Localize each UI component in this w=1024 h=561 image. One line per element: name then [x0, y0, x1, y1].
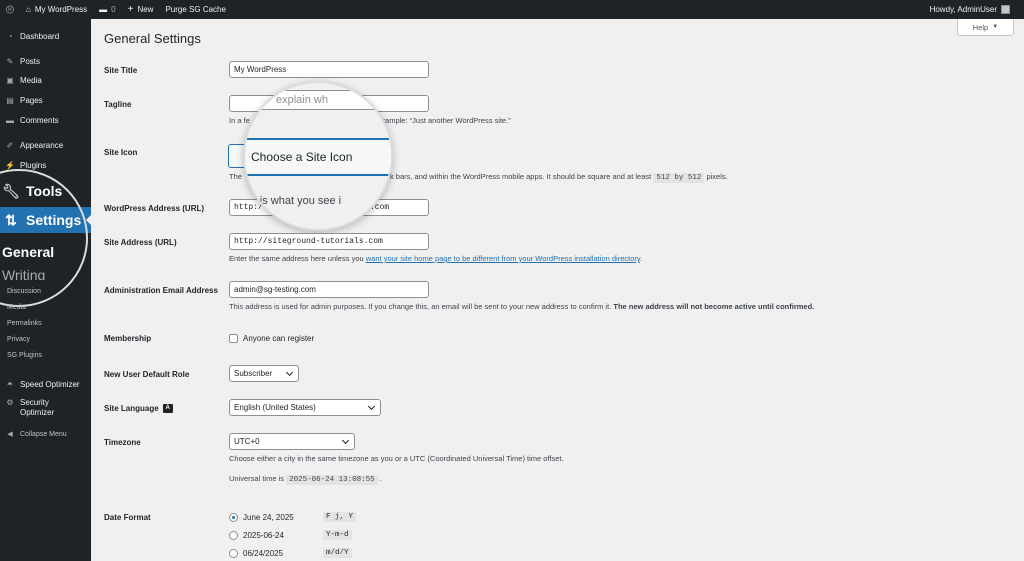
submenu-sg-plugins[interactable]: SG Plugins [7, 352, 42, 359]
gear-icon: ⚙ [6, 398, 14, 407]
tagline-input-magnified[interactable]: explain wh [245, 90, 391, 110]
sidebar-item-plugins[interactable]: ⚡ Plugins [0, 158, 91, 172]
timezone-description: Choose either a city in the same timezon… [229, 454, 564, 463]
submenu-permalinks[interactable]: Permalinks [7, 320, 42, 327]
date-format-label: Date Format [104, 513, 151, 522]
site-title-input[interactable]: My WordPress [229, 61, 429, 78]
site-language-label: Site Language A [104, 404, 173, 413]
submenu-writing[interactable]: Writing [2, 267, 45, 280]
date-format-radio-0[interactable] [229, 513, 238, 522]
my-account-link[interactable]: Howdy, AdminUser [924, 0, 1016, 19]
choose-site-icon-button[interactable]: Choose a Site Icon [245, 138, 391, 176]
site-address-description: Enter the same address here unless you w… [229, 254, 643, 263]
sidebar-item-dashboard[interactable]: ◔ Dashboard [0, 29, 91, 43]
site-icon-magnified-text: con is what you see i [243, 195, 342, 207]
site-language-select[interactable]: English (United States) [229, 399, 381, 416]
sidebar-item-appearance[interactable]: ✐ Appearance [0, 138, 91, 152]
page-title: General Settings [104, 31, 201, 46]
date-format-option-1-code: Y-m-d [323, 530, 352, 540]
admin-email-description: This address is used for admin purposes.… [229, 302, 815, 311]
admin-sidebar: ◔ Dashboard ✎ Posts ▣ Media ▤ Pages ▬ Co… [0, 19, 91, 561]
site-name-link[interactable]: ⌂ My WordPress [20, 0, 93, 19]
anyone-can-register-checkbox[interactable] [229, 334, 238, 343]
caret-down-icon: ▼ [992, 24, 999, 30]
dashboard-icon: ◔ [7, 31, 13, 41]
brush-icon: ✐ [6, 140, 14, 150]
chevron-down-icon [285, 368, 294, 376]
membership-label: Membership [104, 334, 152, 343]
pages-icon: ▤ [6, 95, 14, 105]
admin-email-input[interactable]: admin@sg-testing.com [229, 281, 429, 298]
comments-link[interactable]: ▬ 0 [93, 0, 121, 19]
submenu-general[interactable]: General [2, 244, 54, 260]
plug-icon: ⚡ [5, 160, 15, 170]
admin-email-label: Administration Email Address [104, 286, 218, 295]
sidebar-item-security-optimizer[interactable]: ⚙ Security Optimizer [0, 398, 91, 420]
sidebar-item-tools[interactable]: 🔧︎ Tools [0, 179, 91, 203]
wordpress-logo-icon[interactable]: W [0, 0, 20, 19]
default-role-select[interactable]: Subscriber [229, 365, 299, 382]
tagline-label: Tagline [104, 100, 132, 109]
chevron-down-icon [341, 436, 350, 444]
date-format-option-0-code: F j, Y [323, 512, 357, 522]
collapse-menu-button[interactable]: ◀ Collapse Menu [0, 427, 91, 441]
sidebar-item-media[interactable]: ▣ Media [0, 73, 91, 87]
date-format-radio-2[interactable] [229, 549, 238, 558]
wrench-icon: 🔧︎ [2, 182, 20, 199]
default-role-label: New User Default Role [104, 370, 190, 379]
comment-bubble-icon: ▬ [99, 5, 108, 14]
universal-time: Universal time is 2025-06-24 13:08:55 . [229, 474, 382, 485]
submenu-media[interactable]: Media [7, 304, 26, 311]
admin-bar: W ⌂ My WordPress ▬ 0 + New Purge SG Cach… [0, 0, 1024, 19]
anyone-can-register-label: Anyone can register [243, 334, 315, 343]
sidebar-item-comments[interactable]: ▬ Comments [0, 113, 91, 127]
site-title-label: Site Title [104, 66, 138, 75]
date-format-radio-1[interactable] [229, 531, 238, 540]
wordpress-address-label: WordPress Address (URL) [104, 204, 205, 213]
avatar [1001, 5, 1010, 14]
chevron-down-icon [367, 402, 376, 410]
site-address-input[interactable]: http://siteground-tutorials.com [229, 233, 429, 250]
collapse-icon: ◀ [7, 431, 13, 438]
plus-icon: + [127, 4, 134, 15]
help-tab-button[interactable]: Help ▼ [957, 19, 1014, 36]
settings-sliders-icon: ⇅ [5, 211, 17, 228]
home-icon: ⌂ [26, 5, 31, 14]
purge-cache-link[interactable]: Purge SG Cache [159, 0, 231, 19]
sidebar-item-posts[interactable]: ✎ Posts [0, 54, 91, 68]
pin-icon: ✎ [6, 56, 14, 66]
submenu-privacy[interactable]: Privacy [7, 336, 30, 343]
timezone-label: Timezone [104, 438, 141, 447]
new-content-link[interactable]: + New [122, 0, 160, 19]
magnifier-lens: explain wh Choose a Site Icon con is wha… [243, 81, 393, 231]
media-icon: ▣ [6, 75, 14, 85]
date-format-option-2-code: m/d/Y [323, 548, 352, 558]
sidebar-item-pages[interactable]: ▤ Pages [0, 93, 91, 107]
submenu-discussion[interactable]: Discussion [7, 288, 41, 295]
date-format-option-0-label: June 24, 2025 [243, 513, 294, 522]
svg-text:W: W [8, 8, 13, 13]
site-address-label: Site Address (URL) [104, 238, 177, 247]
timezone-select[interactable]: UTC+0 [229, 433, 355, 450]
date-format-option-2-label: 06/24/2025 [243, 549, 284, 558]
date-format-option-1-label: 2025-06-24 [243, 531, 284, 540]
site-address-help-link[interactable]: want your site home page to be different… [366, 254, 640, 263]
site-icon-label: Site Icon [104, 148, 138, 157]
speed-icon: ⏶ [6, 379, 14, 388]
translate-icon: A [162, 404, 173, 413]
sidebar-item-speed-optimizer[interactable]: ⏶ Speed Optimizer [0, 377, 91, 391]
main-content: General Settings Help ▼ Site Title My Wo… [91, 19, 1024, 561]
sidebar-item-settings[interactable]: ⇅ Settings [0, 207, 91, 233]
comment-icon: ▬ [6, 115, 14, 125]
